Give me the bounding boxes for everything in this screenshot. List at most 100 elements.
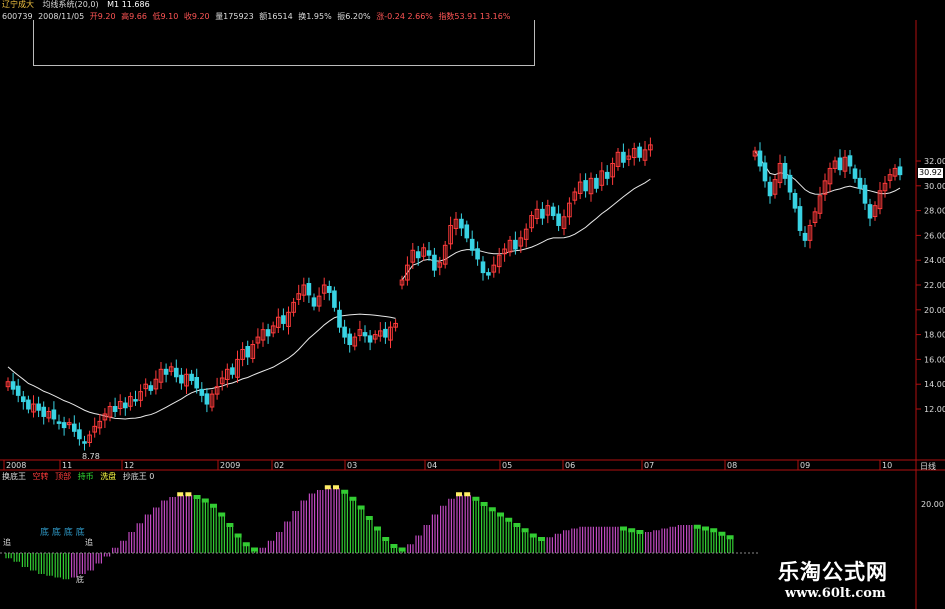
close-value: 收9.20	[183, 12, 210, 21]
change-percent: 2.66%	[407, 12, 433, 21]
stock-name: 辽宁成大	[2, 0, 34, 9]
candle-body	[337, 309, 342, 328]
x-tick-label: 2008	[6, 461, 26, 470]
y-tick-label: 26.00	[924, 231, 945, 240]
histo-down-marker	[251, 547, 258, 552]
candle-body	[767, 181, 773, 197]
change-amount: 涨-0.24	[376, 12, 405, 21]
amount-value: 额16514	[259, 12, 293, 21]
candle-body	[189, 373, 194, 381]
histo-down-marker	[218, 512, 226, 517]
candle-body	[327, 285, 332, 293]
candle-body	[347, 333, 352, 346]
candle-body	[148, 385, 154, 391]
candle-body	[621, 151, 626, 163]
candle-body	[762, 162, 768, 182]
candle-body	[112, 406, 118, 412]
legend-chaodiwang: 抄底王 0	[122, 472, 155, 481]
y-tick-label: 30.00	[924, 182, 945, 191]
turnover-value: 换1.95%	[298, 12, 332, 21]
tag-2: 底	[51, 528, 61, 538]
histo-down-marker	[226, 523, 234, 527]
candle-body	[604, 171, 610, 179]
x-tick-label: 10	[882, 461, 892, 470]
histo-down-marker	[234, 533, 242, 538]
candle-body	[469, 238, 475, 251]
candle-body	[362, 332, 368, 337]
candle-body	[782, 162, 788, 179]
candle-body	[432, 254, 437, 271]
histo-down-marker	[710, 528, 718, 533]
candle-body	[857, 177, 863, 189]
candle-body	[36, 403, 41, 411]
candle-body	[199, 388, 205, 396]
histo-down-marker	[620, 526, 627, 531]
candle-body	[21, 396, 26, 403]
candle-body	[281, 315, 286, 324]
x-tick-label: 11	[62, 461, 72, 470]
candle-body	[72, 423, 77, 432]
histo-down-marker	[365, 516, 373, 520]
candle-body	[415, 251, 421, 259]
candle-body	[513, 239, 518, 250]
candle-body	[332, 290, 337, 308]
candle-body	[792, 192, 798, 209]
histo-down-marker	[488, 507, 496, 512]
candle-body	[486, 272, 491, 276]
histo-down-marker	[529, 533, 537, 538]
histo-down-marker	[398, 547, 406, 552]
candle-body	[179, 374, 184, 384]
current-price-label: 30.92	[918, 168, 943, 178]
candle-body	[847, 155, 853, 167]
ma-reading: M1 11.686	[107, 0, 150, 9]
histo-down-marker	[210, 503, 217, 508]
x-tick-label: 06	[565, 461, 575, 470]
lower-panel-title: 换底王	[2, 472, 26, 481]
candle-body	[51, 409, 57, 420]
low-price-marker: 8.78	[82, 452, 100, 461]
ma-line-first	[7, 313, 396, 420]
legend-chibi: 持币	[77, 472, 94, 481]
histo-down-marker	[349, 496, 357, 501]
histo-down-marker	[718, 531, 726, 536]
histo-down-marker	[726, 535, 734, 540]
candle-body	[194, 377, 199, 389]
watermark-text: 乐淘公式网	[778, 560, 888, 584]
candle-body	[867, 204, 873, 219]
x-tick-label: 02	[274, 461, 284, 470]
candle-body	[540, 208, 545, 219]
x-tick-label: 04	[427, 461, 437, 470]
low-value: 低9.10	[152, 12, 179, 21]
candle-body	[757, 150, 763, 167]
index-value: 指数53.91	[438, 12, 478, 21]
candle-body	[837, 157, 843, 171]
histo-down-marker	[628, 528, 636, 533]
candle-body	[383, 328, 388, 338]
histo-down-marker	[538, 537, 545, 541]
candle-body	[230, 367, 235, 375]
y-tick-label: 22.00	[924, 281, 945, 290]
candle-body	[123, 402, 128, 409]
candle-body	[163, 368, 169, 375]
y-tick-label: 32.00	[924, 157, 945, 166]
candle-body	[862, 184, 868, 204]
candle-body	[15, 385, 21, 396]
legend-dingbu: 顶部	[55, 472, 72, 481]
histo-down-marker	[390, 544, 398, 548]
candle-body	[306, 283, 312, 296]
candle-body	[82, 441, 87, 444]
histo-top-marker	[333, 485, 339, 490]
tag-mid-1: 追	[85, 538, 93, 547]
scale-title: 日线	[920, 462, 936, 471]
y-tick-label: 20.00	[924, 306, 945, 315]
histo-down-marker	[505, 517, 513, 522]
x-tick-label: 09	[800, 461, 810, 470]
histo-down-marker	[693, 524, 701, 529]
histo-top-marker	[185, 492, 192, 497]
candle-body	[459, 218, 464, 229]
amplitude-value: 振6.20%	[337, 12, 371, 21]
legend-xipan: 洗盘	[100, 472, 117, 481]
lower-scale-label: 20.00	[921, 500, 944, 509]
x-tick-label: 08	[727, 461, 737, 470]
candle-body	[637, 146, 642, 158]
